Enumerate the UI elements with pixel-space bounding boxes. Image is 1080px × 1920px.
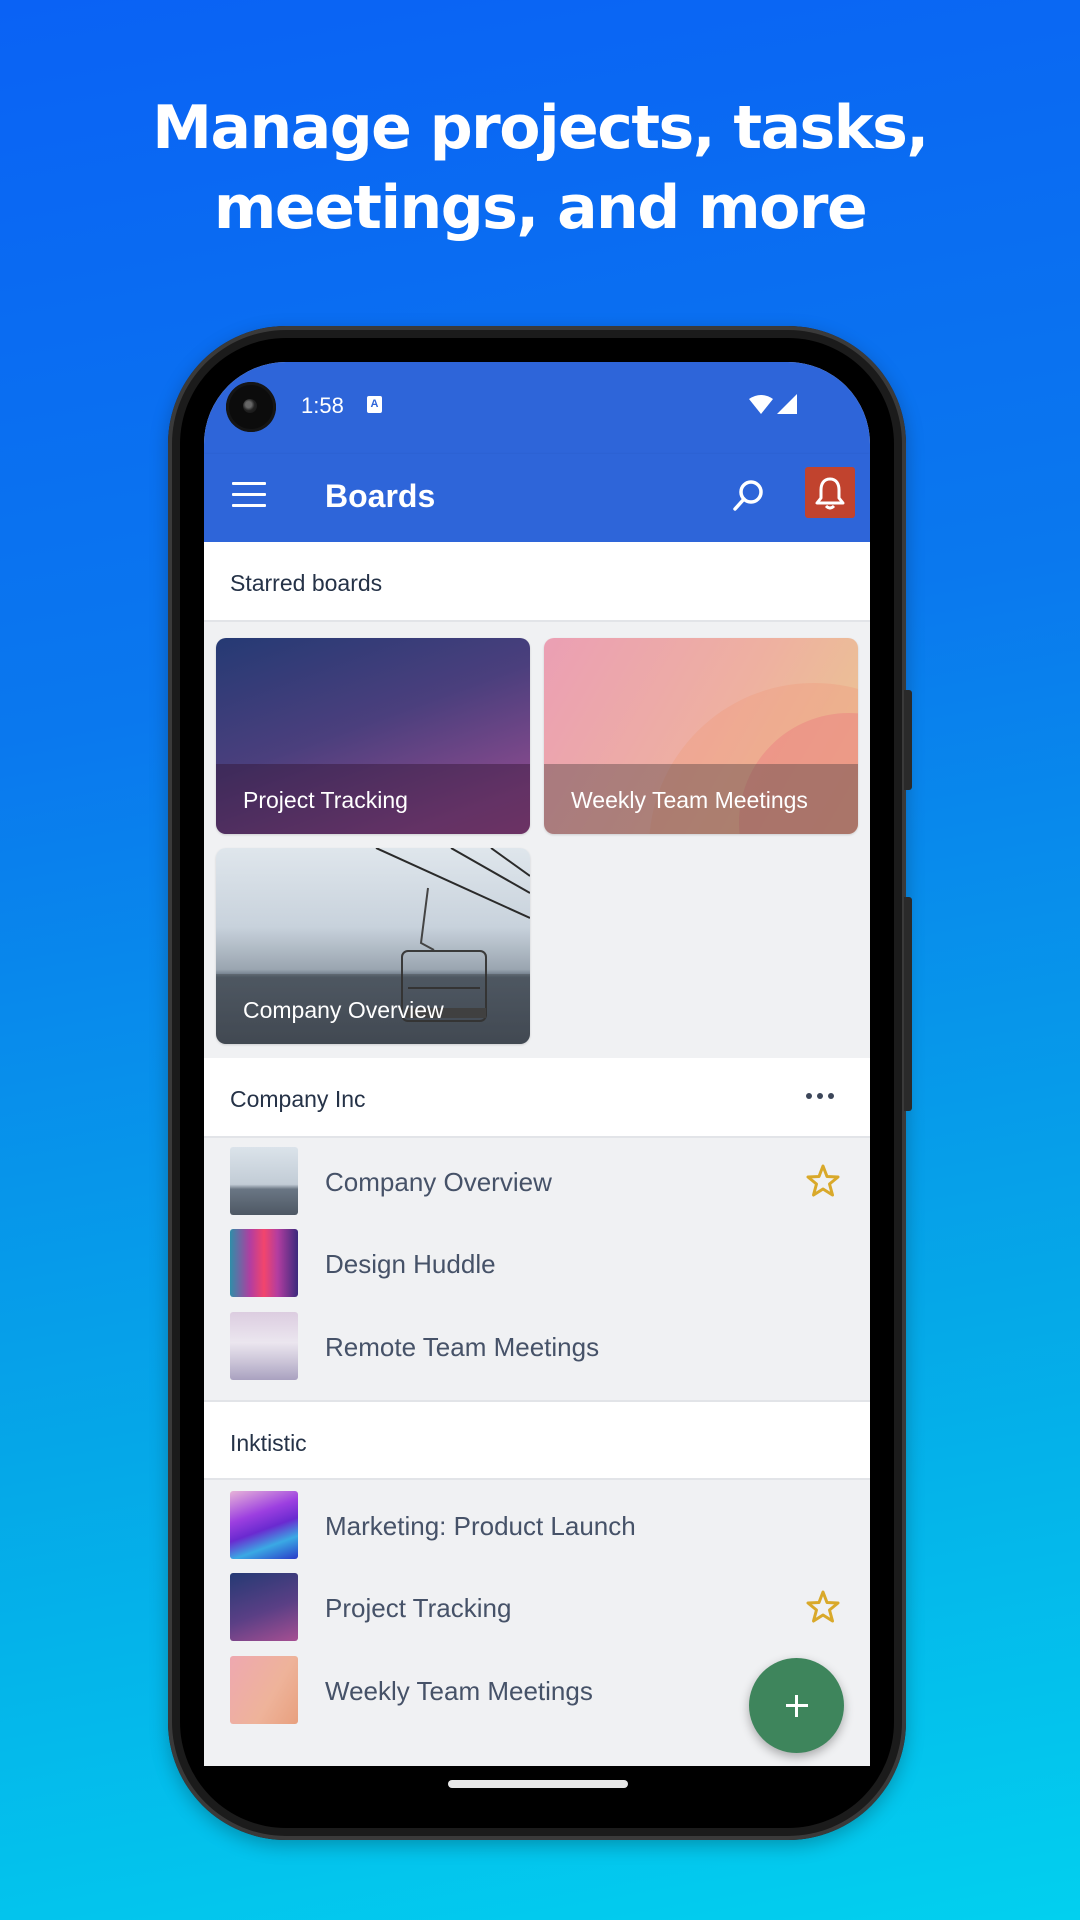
status-bar: 1:58 A: [204, 362, 870, 454]
board-name: Design Huddle: [325, 1249, 496, 1279]
signal-icon: [777, 394, 797, 414]
search-icon[interactable]: [728, 476, 768, 516]
bell-icon: [815, 477, 845, 510]
promo-headline-line1: Manage projects, tasks,: [152, 93, 929, 163]
tile-title: Company Overview: [243, 997, 444, 1023]
board-thumbnail: [230, 1573, 298, 1641]
workspace-header-company-inc: Company Inc: [204, 1058, 870, 1138]
board-name: Company Overview: [325, 1167, 552, 1197]
board-list-item-project-tracking[interactable]: Project Tracking: [204, 1566, 870, 1648]
promo-headline: Manage projects, tasks, meetings, and mo…: [0, 88, 1080, 248]
starred-boards-header: Starred boards: [204, 542, 870, 622]
power-button: [904, 690, 912, 790]
board-name: Remote Team Meetings: [325, 1332, 600, 1362]
workspace-name: Inktistic: [230, 1430, 307, 1456]
tile-title: Weekly Team Meetings: [571, 787, 808, 813]
tile-title: Project Tracking: [243, 787, 408, 813]
notifications-button[interactable]: [805, 467, 855, 518]
wifi-icon: [749, 395, 773, 414]
workspace-name: Company Inc: [230, 1086, 366, 1112]
board-list-item-marketing-product-launch[interactable]: Marketing: Product Launch: [204, 1484, 870, 1566]
board-thumbnail: [230, 1656, 298, 1724]
board-name: Project Tracking: [325, 1593, 512, 1623]
volume-button: [904, 897, 912, 1111]
starred-tile-weekly-team-meetings[interactable]: Weekly Team Meetings: [544, 638, 858, 834]
page-title: Boards: [325, 478, 436, 514]
star-icon[interactable]: [804, 1162, 842, 1200]
workspace-header-inktistic: Inktistic: [204, 1400, 870, 1480]
promo-headline-line2: meetings, and more: [213, 173, 868, 243]
status-time: 1:58: [301, 393, 344, 418]
board-thumbnail: [230, 1312, 298, 1380]
phone-screen: 1:58 A Boards Starred boards Project Tra…: [204, 362, 870, 1766]
board-list-item-company-overview[interactable]: Company Overview: [204, 1140, 870, 1222]
starred-boards-label: Starred boards: [230, 570, 383, 596]
board-thumbnail: [230, 1229, 298, 1297]
board-name: Marketing: Product Launch: [325, 1511, 636, 1541]
star-icon[interactable]: [804, 1588, 842, 1626]
home-indicator[interactable]: [448, 1780, 628, 1788]
front-camera: [226, 382, 276, 432]
a-icon: A: [367, 396, 382, 413]
board-list-item-design-huddle[interactable]: Design Huddle: [204, 1222, 870, 1304]
starred-tile-company-overview[interactable]: Company Overview: [216, 848, 530, 1044]
board-thumbnail: [230, 1491, 298, 1559]
add-board-button[interactable]: [749, 1658, 844, 1753]
more-horizontal-icon[interactable]: [806, 1086, 840, 1099]
board-list-item-remote-team-meetings[interactable]: Remote Team Meetings: [204, 1305, 870, 1387]
board-thumbnail: [230, 1147, 298, 1215]
menu-icon[interactable]: [232, 482, 266, 508]
app-bar: Boards: [204, 454, 870, 542]
starred-tile-project-tracking[interactable]: Project Tracking: [216, 638, 530, 834]
board-name: Weekly Team Meetings: [325, 1676, 593, 1706]
